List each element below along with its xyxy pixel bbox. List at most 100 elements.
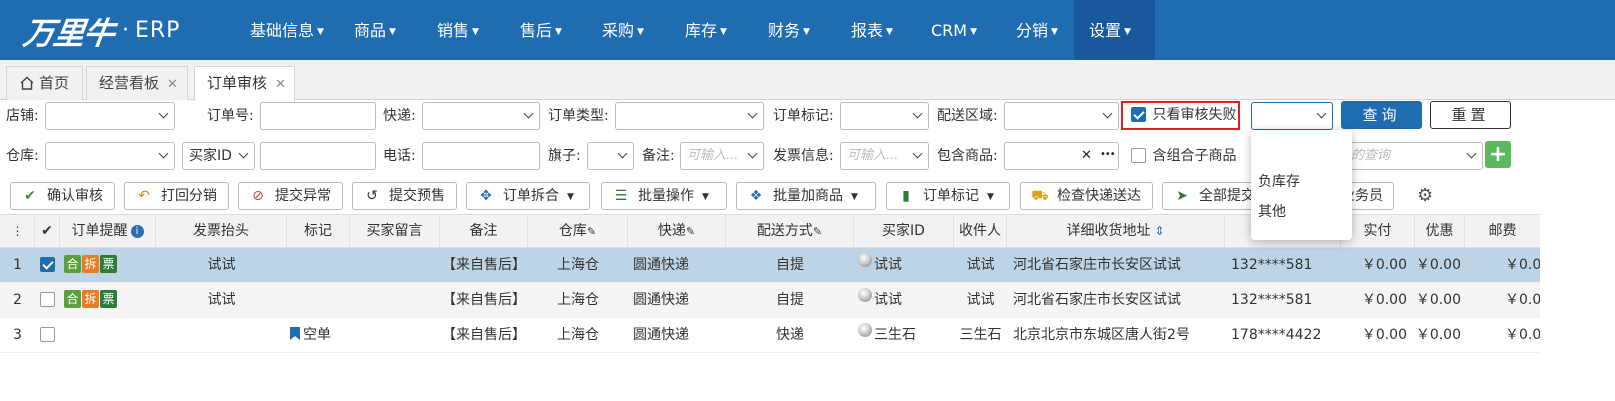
nav-label: 设置 bbox=[1089, 21, 1122, 40]
invoice-select[interactable]: 可输入... bbox=[840, 142, 929, 170]
chevron-down-icon bbox=[238, 148, 249, 159]
checkbox-icon bbox=[40, 292, 55, 307]
buyer-id-input[interactable] bbox=[260, 142, 376, 170]
check-delivery-button[interactable]: ⛟ 检查快递送达 bbox=[1020, 182, 1153, 210]
grid-right-edge bbox=[1540, 214, 1615, 401]
return-distribution-button[interactable]: ↶ 打回分销 bbox=[124, 182, 229, 210]
caret-down-icon: ▼ bbox=[317, 27, 324, 37]
close-icon[interactable]: ✕ bbox=[167, 77, 178, 92]
order-mark-select[interactable] bbox=[840, 102, 929, 130]
undo-icon: ↶ bbox=[138, 188, 150, 204]
order-type-select[interactable] bbox=[615, 102, 764, 130]
row-checkbox[interactable] bbox=[40, 327, 55, 343]
col-mark[interactable]: 标记 bbox=[287, 215, 350, 248]
remark-select[interactable]: 可输入... bbox=[680, 142, 764, 170]
nav-item-basic-info[interactable]: 基础信息 ▼ bbox=[250, 0, 324, 60]
col-discount[interactable]: 优惠 bbox=[1415, 215, 1465, 248]
saved-query-select[interactable]: 的查询 bbox=[1340, 142, 1483, 170]
query-button[interactable]: 查询 bbox=[1341, 101, 1422, 129]
nav-item-sales[interactable]: 销售 ▼ bbox=[437, 0, 479, 60]
tab-label: 经营看板 bbox=[99, 74, 160, 92]
col-label: 详细收货地址 bbox=[1066, 223, 1151, 239]
col-order-reminder[interactable]: 订单提醒 i bbox=[60, 215, 156, 248]
tab-order-review[interactable]: 订单审核 ✕ bbox=[194, 66, 295, 101]
submit-exception-button[interactable]: ⊘ 提交异常 bbox=[238, 182, 343, 210]
failure-reason-select[interactable] bbox=[1251, 102, 1333, 130]
express-select[interactable] bbox=[422, 102, 540, 130]
confirm-review-button[interactable]: ✔ 确认审核 bbox=[10, 182, 115, 210]
only-failed-label: 只看审核失败 bbox=[1152, 107, 1237, 123]
info-icon: i bbox=[130, 225, 144, 238]
order-mark-button[interactable]: ▮ 订单标记 ▼ bbox=[886, 182, 1010, 210]
nav-item-distribution[interactable]: 分销 ▼ bbox=[1016, 0, 1058, 60]
warehouse-select[interactable] bbox=[45, 142, 175, 170]
col-paid[interactable]: 实付 bbox=[1341, 215, 1415, 248]
col-buyer-id[interactable]: 买家ID bbox=[854, 215, 954, 248]
nav-item-goods[interactable]: 商品 ▼ bbox=[354, 0, 396, 60]
col-buyer-message[interactable]: 买家留言 bbox=[350, 215, 440, 248]
tab-dashboard[interactable]: 经营看板 ✕ bbox=[86, 66, 188, 100]
gear-icon[interactable]: ⚙ bbox=[1417, 186, 1433, 206]
flag-select[interactable] bbox=[587, 142, 634, 170]
col-receiver[interactable]: 收件人 bbox=[954, 215, 1007, 248]
nav-item-inventory[interactable]: 库存 ▼ bbox=[685, 0, 727, 60]
order-split-merge-button[interactable]: ✥ 订单拆合 ▼ bbox=[466, 182, 590, 210]
tab-home[interactable]: 首页 bbox=[6, 66, 83, 100]
caret-down-icon: ▼ bbox=[1124, 27, 1131, 37]
row-checkbox[interactable] bbox=[40, 292, 55, 308]
warehouse-label: 仓库: bbox=[6, 148, 39, 164]
col-address[interactable]: 详细收货地址 ⇕ bbox=[1007, 215, 1225, 248]
order-reminder-tags: 合拆票 bbox=[64, 283, 118, 317]
submit-all-button[interactable]: ➤ 全部提交 bbox=[1162, 182, 1262, 210]
delivery-area-select[interactable] bbox=[1004, 102, 1119, 130]
nav-item-settings[interactable]: 设置 ▼ bbox=[1074, 0, 1155, 60]
batch-add-goods-button[interactable]: ❖ 批量加商品 ▼ bbox=[736, 182, 876, 210]
cell-remark: 【来自售后】 bbox=[442, 327, 526, 343]
contains-goods-input[interactable]: ✕ ••• bbox=[1004, 142, 1119, 170]
nav-item-after-sales[interactable]: 售后 ▼ bbox=[520, 0, 562, 60]
reset-button[interactable]: 重置 bbox=[1430, 101, 1511, 129]
nav-item-crm[interactable]: CRM ▼ bbox=[931, 0, 977, 60]
dropdown-option-negative-stock[interactable]: 负库存 bbox=[1258, 171, 1300, 191]
shop-select[interactable] bbox=[45, 102, 175, 130]
logo-dot: · bbox=[122, 17, 129, 43]
only-failed-checkbox[interactable]: 只看审核失败 bbox=[1121, 101, 1240, 130]
nav-item-finance[interactable]: 财务 ▼ bbox=[768, 0, 810, 60]
table-row[interactable]: 2 合拆票 试试 【来自售后】 上海仓 圆通快递 自提 试试 试试 河北省石家庄… bbox=[0, 283, 1540, 318]
tab-strip: 首页 经营看板 ✕ 订单审核 ✕ bbox=[0, 60, 1615, 101]
flag-label: 旗子: bbox=[548, 148, 581, 164]
column-menu-icon[interactable]: ⋮ bbox=[0, 215, 35, 248]
more-icon[interactable]: ••• bbox=[1100, 143, 1116, 168]
nav-item-reports[interactable]: 报表 ▼ bbox=[851, 0, 893, 60]
nav-item-purchase[interactable]: 采购 ▼ bbox=[602, 0, 644, 60]
action-label: 批量操作 bbox=[638, 188, 694, 204]
add-query-button[interactable]: + bbox=[1485, 141, 1511, 168]
nav-label: CRM bbox=[931, 21, 968, 40]
cell-receiver: 试试 bbox=[966, 257, 995, 273]
order-no-input[interactable] bbox=[260, 102, 376, 130]
row-checkbox[interactable] bbox=[40, 257, 55, 273]
col-remark[interactable]: 备注 bbox=[440, 215, 528, 248]
col-warehouse[interactable]: 仓库✎ bbox=[528, 215, 628, 248]
dropdown-option-other[interactable]: 其他 bbox=[1258, 201, 1286, 221]
table-row[interactable]: 1 合拆票 试试 【来自售后】 上海仓 圆通快递 自提 试试 试试 河北省石家庄… bbox=[0, 248, 1540, 283]
select-all-checkbox[interactable]: ✔ bbox=[35, 215, 60, 248]
close-icon[interactable]: ✕ bbox=[275, 77, 286, 92]
caret-down-icon: ▼ bbox=[851, 192, 858, 202]
clear-icon[interactable]: ✕ bbox=[1081, 143, 1092, 169]
batch-operation-button[interactable]: ☰ 批量操作 ▼ bbox=[601, 182, 727, 210]
buyer-id-type-select[interactable]: 买家ID bbox=[182, 142, 255, 170]
col-express[interactable]: 快递✎ bbox=[628, 215, 726, 248]
col-delivery-method[interactable]: 配送方式✎ bbox=[726, 215, 854, 248]
contains-combo-checkbox[interactable]: 含组合子商品 bbox=[1131, 147, 1236, 165]
chevron-down-icon bbox=[1102, 108, 1113, 119]
table-row[interactable]: 3 空单 【来自售后】 上海仓 圆通快递 快递 三生石 三生石 北京北京市东城区… bbox=[0, 318, 1540, 353]
cell-receiver: 试试 bbox=[966, 292, 995, 308]
col-invoice-title[interactable]: 发票抬头 bbox=[156, 215, 287, 248]
tag-split: 拆 bbox=[82, 255, 99, 273]
checkbox-icon bbox=[40, 327, 55, 342]
col-postage[interactable]: 邮费 bbox=[1465, 215, 1540, 248]
phone-input[interactable] bbox=[422, 142, 540, 170]
submit-presale-button[interactable]: ↺ 提交预售 bbox=[352, 182, 457, 210]
brand-logo[interactable]: 万里牛 · ERP bbox=[21, 8, 180, 52]
